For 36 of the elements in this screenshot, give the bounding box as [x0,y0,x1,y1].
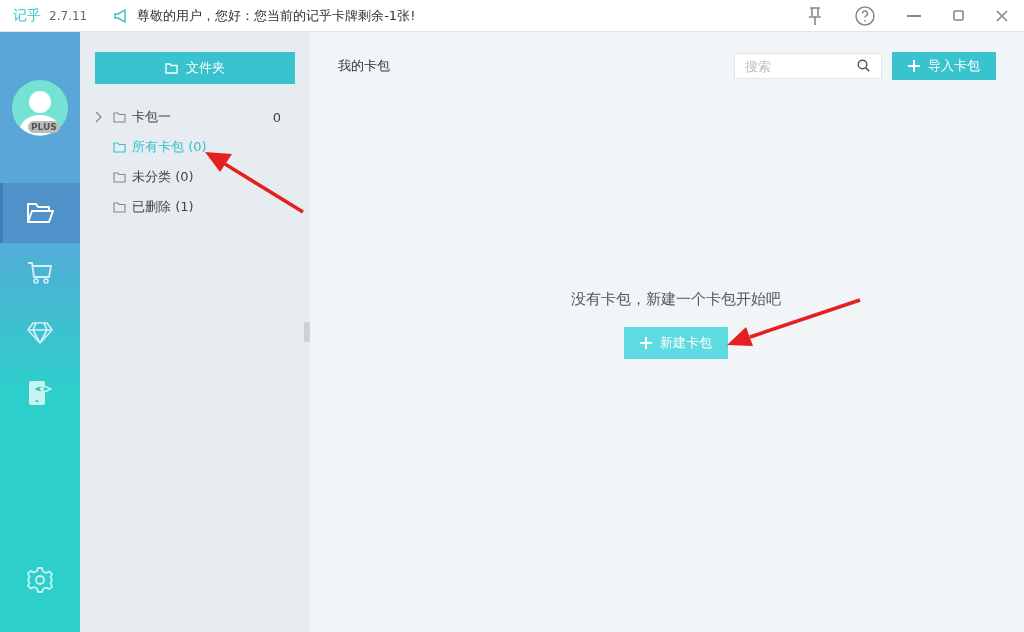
folder-icon [113,201,126,213]
folder-icon [113,141,126,153]
nav-item[interactable] [0,183,80,243]
chevron-icon[interactable] [95,111,103,123]
folder-item[interactable]: 所有卡包 (0) [95,132,295,162]
new-card-pack-button[interactable]: 新建卡包 [624,327,728,359]
search-field[interactable]: 搜索 [734,53,882,79]
folder-count: 0 [272,109,281,125]
diamond-icon [27,321,53,345]
minimize-icon[interactable] [907,14,921,17]
page-title: 我的卡包 [338,57,390,75]
folder-icon [165,62,178,74]
app-logo: 记乎 [13,6,41,25]
folder-icon [113,111,126,123]
avatar[interactable] [12,80,68,136]
folder-icon [113,171,126,183]
folder-item[interactable]: 卡包一 0 [95,102,295,132]
notice-text: 尊敬的用户，您好：您当前的记乎卡牌剩余-1张! [137,6,416,25]
folder-item[interactable]: 未分类 (0) [95,162,295,192]
empty-message: 没有卡包，新建一个卡包开始吧 [571,290,781,309]
search-icon[interactable] [857,59,870,72]
plus-badge: PLUS [28,121,60,133]
app-version: 2.7.11 [49,8,88,23]
import-button[interactable]: 导入卡包 [892,52,996,80]
phone-eye-icon [28,380,52,406]
maximize-icon[interactable] [953,10,964,21]
pin-icon[interactable] [807,5,823,26]
collapse-handle[interactable] [304,322,310,342]
folder-header-button[interactable]: 文件夹 [95,52,295,84]
folder-icon [26,202,54,224]
close-icon[interactable] [996,9,1008,22]
plus-icon [640,337,652,349]
cart-icon [27,261,53,285]
folder-item[interactable]: 已删除 (1) [95,192,295,222]
plus-icon [908,60,920,72]
help-icon[interactable] [855,5,875,26]
